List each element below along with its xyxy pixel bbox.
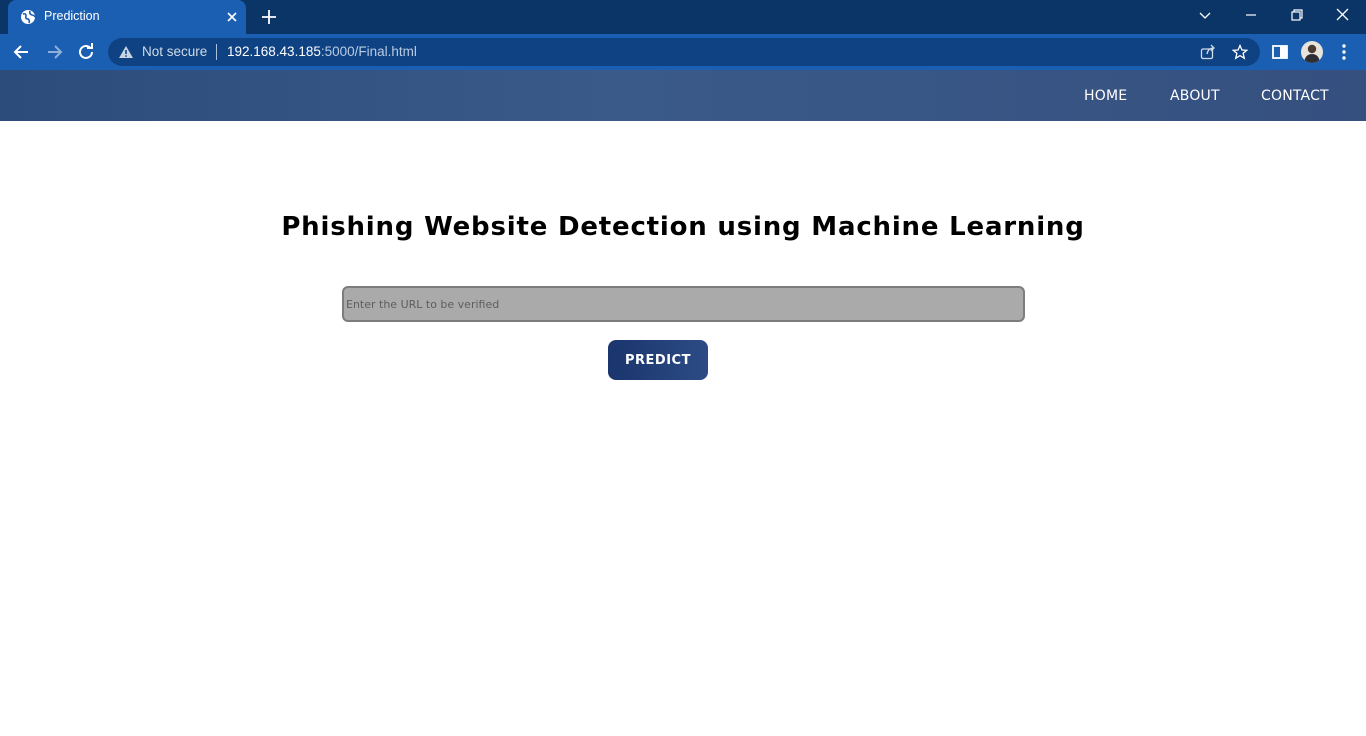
kebab-menu-icon[interactable]: [1334, 42, 1354, 62]
chevron-down-icon[interactable]: [1194, 6, 1216, 26]
security-label[interactable]: Not secure: [142, 44, 207, 59]
plus-icon[interactable]: [260, 8, 278, 26]
nav-link-home[interactable]: HOME: [1084, 88, 1127, 104]
tab-title: Prediction: [44, 9, 100, 23]
share-icon[interactable]: [1200, 44, 1216, 60]
url-path: :5000/Final.html: [320, 44, 417, 59]
avatar[interactable]: [1301, 41, 1323, 63]
tab-strip: Prediction: [0, 0, 1366, 34]
restore-icon[interactable]: [1286, 6, 1308, 26]
side-panel-icon[interactable]: [1270, 42, 1290, 62]
url-host: 192.168.43.185: [227, 44, 321, 59]
star-icon[interactable]: [1232, 44, 1248, 60]
address-bar[interactable]: Not secure 192.168.43.185:5000/Final.htm…: [108, 38, 1260, 66]
browser-tab[interactable]: Prediction: [8, 0, 246, 34]
browser-toolbar: Not secure 192.168.43.185:5000/Final.htm…: [0, 34, 1366, 70]
back-arrow-icon[interactable]: [12, 42, 32, 62]
close-icon[interactable]: [224, 9, 240, 25]
omnibox-divider: [216, 44, 217, 60]
url-input[interactable]: [342, 286, 1025, 322]
reload-icon[interactable]: [76, 42, 96, 62]
forward-arrow-icon[interactable]: [44, 42, 64, 62]
globe-icon: [21, 10, 36, 24]
nav-link-about[interactable]: ABOUT: [1170, 88, 1220, 104]
profile-picture-icon: [1304, 44, 1320, 63]
nav-link-contact[interactable]: CONTACT: [1261, 88, 1329, 104]
url-text[interactable]: 192.168.43.185:5000/Final.html: [227, 44, 417, 59]
site-navbar: HOME ABOUT CONTACT: [0, 70, 1366, 121]
warning-icon[interactable]: [118, 45, 134, 59]
window-close-icon[interactable]: [1332, 6, 1354, 26]
predict-button[interactable]: PREDICT: [608, 340, 708, 380]
minimize-icon[interactable]: [1240, 6, 1262, 26]
page-title: Phishing Website Detection using Machine…: [281, 212, 1085, 242]
